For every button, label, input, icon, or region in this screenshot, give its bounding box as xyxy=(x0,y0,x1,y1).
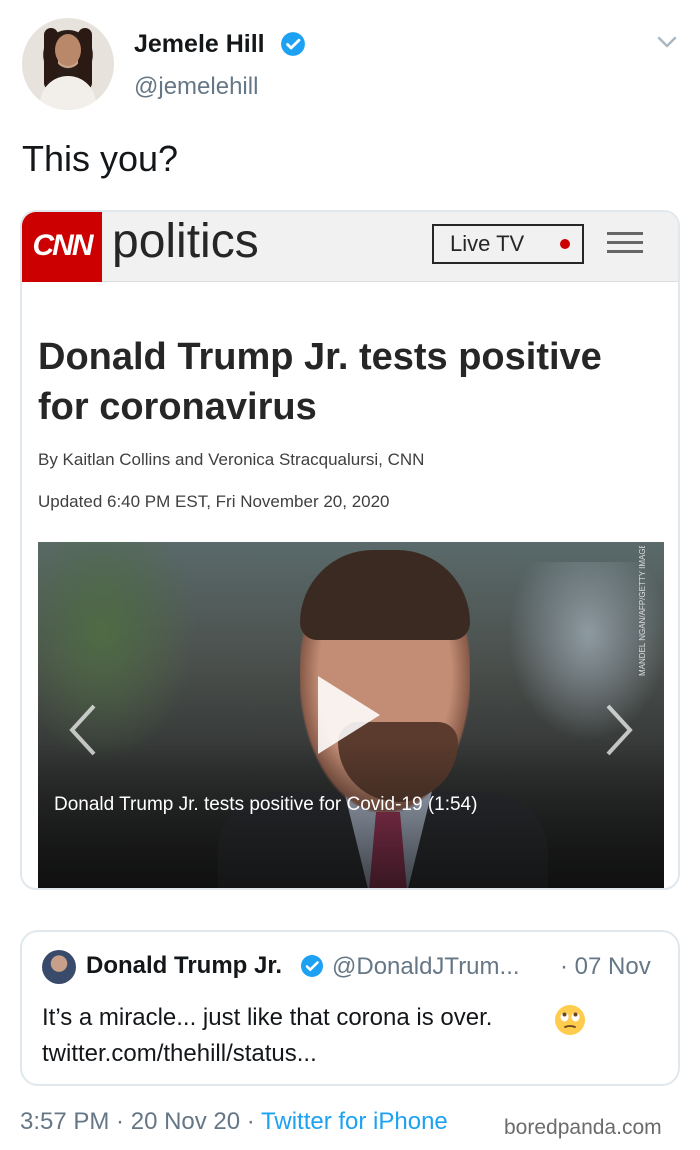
video-caption: Donald Trump Jr. tests positive for Covi… xyxy=(54,794,478,815)
verified-badge-icon xyxy=(301,955,323,977)
tweet-time[interactable]: 3:57 PM xyxy=(20,1108,109,1135)
quoted-date: · 07 Nov xyxy=(560,953,651,980)
article-updated: Updated 6:40 PM EST, Fri November 20, 20… xyxy=(38,492,390,511)
author-name[interactable]: Jemele Hill xyxy=(134,30,265,59)
quoted-text-line1: It’s a miracle... just like that corona … xyxy=(42,1004,493,1031)
quoted-avatar xyxy=(42,950,76,984)
meta-separator: · xyxy=(240,1108,262,1135)
meta-separator: · xyxy=(109,1108,131,1135)
article-byline: By Kaitlan Collins and Veronica Stracqua… xyxy=(38,450,425,469)
chevron-left-icon xyxy=(69,704,96,756)
quoted-text-line2[interactable]: twitter.com/thehill/status... xyxy=(42,1040,317,1068)
author-avatar[interactable] xyxy=(22,18,114,110)
rolling-eyes-emoji-icon xyxy=(555,1005,585,1035)
play-icon xyxy=(318,676,380,754)
hamburger-menu-icon xyxy=(607,232,643,258)
quoted-author-handle: @DonaldJTrum... xyxy=(332,953,520,980)
tweet-meta: 3:57 PM · 20 Nov 20 · Twitter for iPhone xyxy=(20,1108,448,1136)
quoted-tweet[interactable]: Donald Trump Jr. @DonaldJTrum... · 07 No… xyxy=(20,930,680,1086)
tweet: Jemele Hill @jemelehill This you? CNN po… xyxy=(0,0,700,1150)
cnn-header: CNN politics Live TV xyxy=(22,212,678,282)
tweet-text: This you? xyxy=(22,138,179,179)
author-handle[interactable]: @jemelehill xyxy=(134,73,258,101)
chevron-down-icon[interactable] xyxy=(655,32,679,52)
article-headline: Donald Trump Jr. tests positive for coro… xyxy=(38,336,602,428)
chevron-right-icon xyxy=(606,704,633,756)
live-dot-icon xyxy=(560,239,570,249)
live-tv-label: Live TV xyxy=(450,231,525,256)
cnn-logo: CNN xyxy=(22,212,102,282)
embedded-image[interactable]: CNN politics Live TV Donald Trump Jr. te… xyxy=(20,210,680,890)
live-tv-button: Live TV xyxy=(432,224,584,264)
photo-credit: MANDEL NGAN/AFP/GETTY IMAGES xyxy=(638,546,647,676)
watermark: boredpanda.com xyxy=(504,1116,662,1139)
quoted-author-name: Donald Trump Jr. xyxy=(86,952,283,979)
tweet-source-link[interactable]: Twitter for iPhone xyxy=(261,1108,448,1135)
tweet-date[interactable]: 20 Nov 20 xyxy=(131,1108,240,1135)
cnn-section-title: politics xyxy=(112,215,259,268)
video-player: Donald Trump Jr. tests positive for Covi… xyxy=(38,542,664,888)
verified-badge-icon xyxy=(281,32,305,56)
